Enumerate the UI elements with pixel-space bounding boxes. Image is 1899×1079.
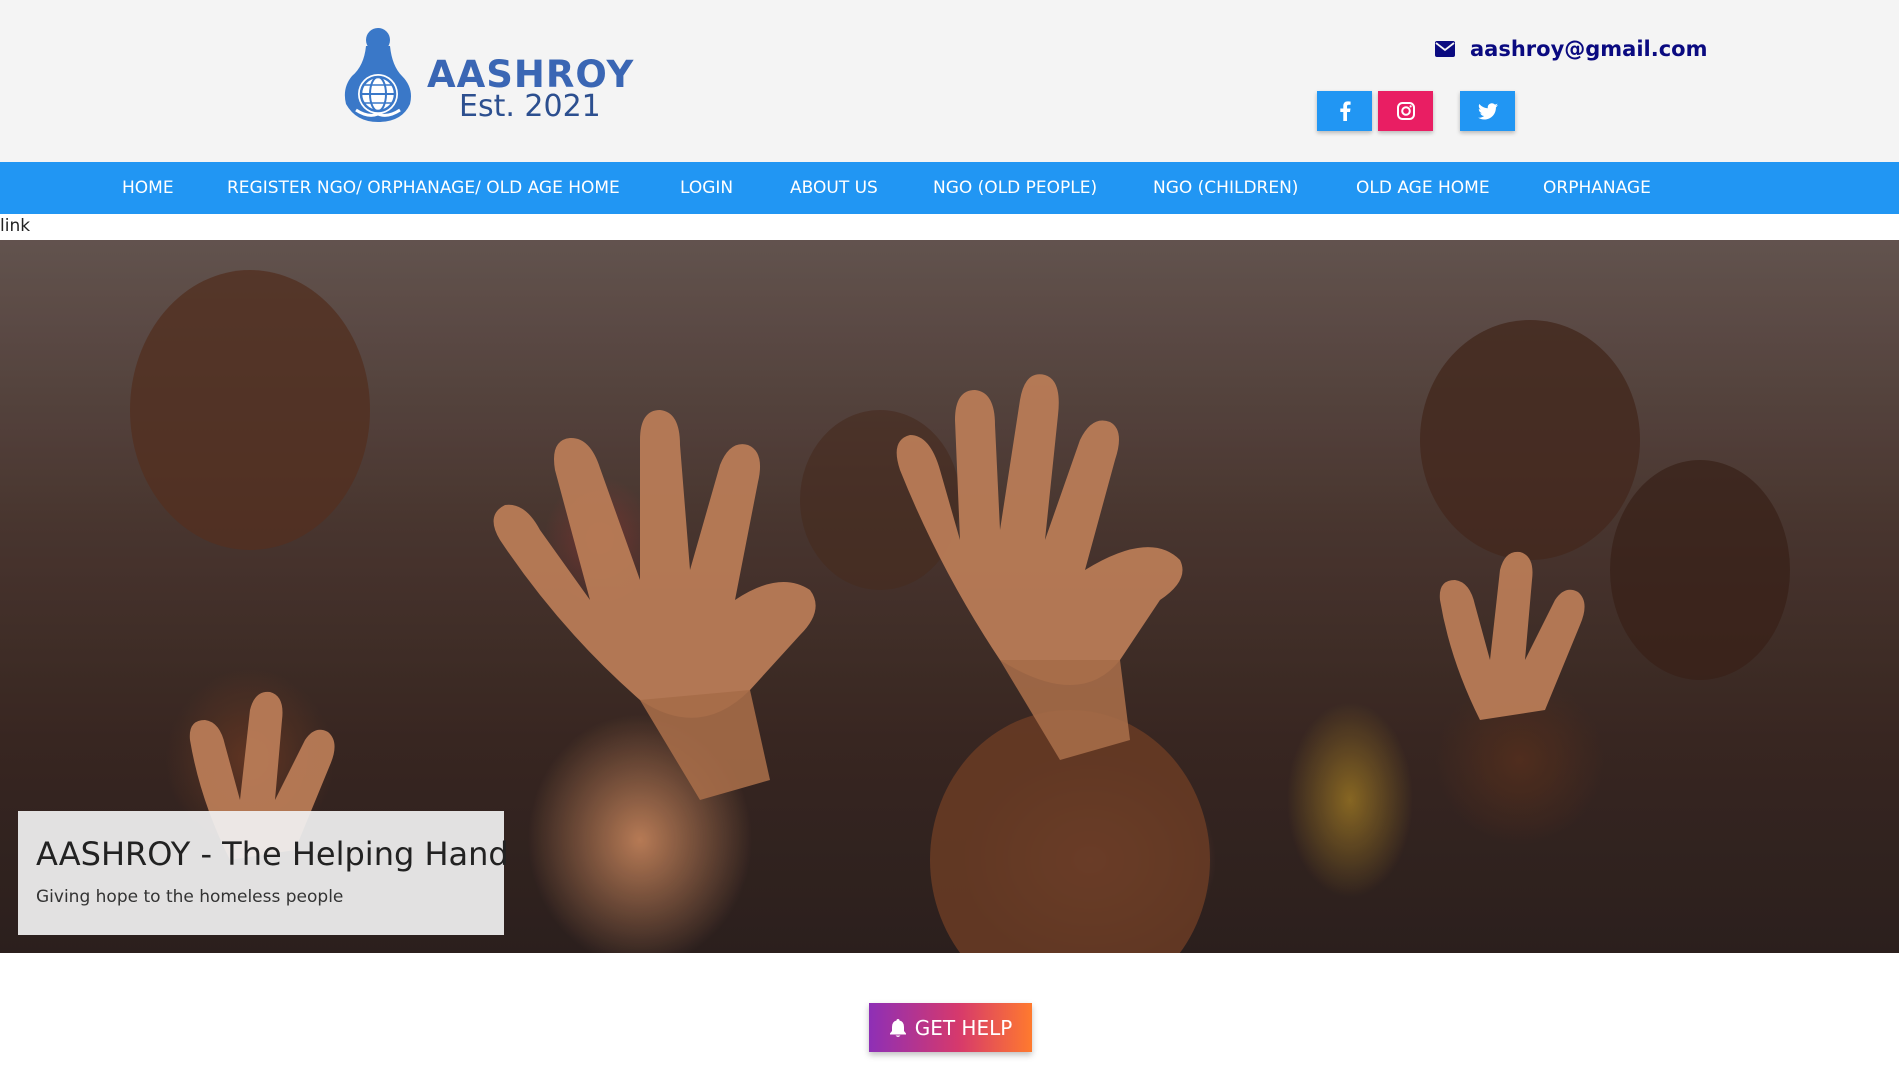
- nav-ngo-old-people[interactable]: NGO (OLD PEOPLE): [933, 162, 1097, 214]
- twitter-icon: [1477, 102, 1498, 119]
- facebook-button[interactable]: [1317, 91, 1372, 131]
- brand-logo[interactable]: AASHROY Est. 2021: [340, 26, 633, 126]
- logo-title: AASHROY: [427, 53, 635, 96]
- facebook-icon: [1339, 101, 1351, 121]
- hero-subtitle: Giving hope to the homeless people: [36, 887, 344, 907]
- nav-old-age-home[interactable]: OLD AGE HOME: [1356, 162, 1490, 214]
- bell-icon: [889, 1018, 906, 1037]
- twitter-button[interactable]: [1460, 91, 1515, 131]
- instagram-button[interactable]: [1378, 91, 1433, 131]
- header: AASHROY Est. 2021 aashroy@gmail.com: [0, 0, 1899, 162]
- main-nav: HOME REGISTER NGO/ ORPHANAGE/ OLD AGE HO…: [0, 162, 1899, 214]
- nav-orphanage[interactable]: ORPHANAGE: [1543, 162, 1651, 214]
- nav-home[interactable]: HOME: [122, 162, 174, 214]
- hero-title: AASHROY - The Helping Hand: [36, 835, 509, 873]
- get-help-label: GET HELP: [914, 1015, 1013, 1040]
- contact-email[interactable]: aashroy@gmail.com: [1435, 34, 1707, 64]
- email-text: aashroy@gmail.com: [1470, 37, 1708, 61]
- nav-ngo-children[interactable]: NGO (CHILDREN): [1153, 162, 1298, 214]
- instagram-icon: [1396, 102, 1415, 120]
- nav-about-us[interactable]: ABOUT US: [790, 162, 878, 214]
- nav-register[interactable]: REGISTER NGO/ ORPHANAGE/ OLD AGE HOME: [227, 162, 620, 214]
- link-text[interactable]: link: [0, 216, 30, 236]
- get-help-button[interactable]: GET HELP: [869, 1003, 1032, 1052]
- logo-subtitle: Est. 2021: [459, 89, 601, 124]
- envelope-icon: [1435, 41, 1455, 57]
- hero-caption: AASHROY - The Helping Hand Giving hope t…: [18, 811, 509, 935]
- logo-emblem-icon: [344, 28, 411, 122]
- nav-login[interactable]: LOGIN: [680, 162, 733, 214]
